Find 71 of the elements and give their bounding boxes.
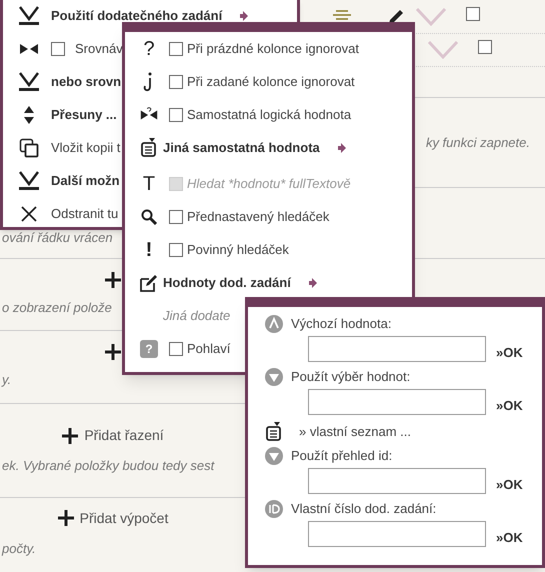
plus-icon bbox=[105, 344, 121, 360]
checkbox[interactable] bbox=[466, 7, 480, 21]
checkbox[interactable] bbox=[169, 242, 183, 256]
menu-item[interactable]: Další možn bbox=[51, 170, 120, 190]
menu-item[interactable]: Samostatná logická hodnota bbox=[187, 104, 352, 124]
edit-icon bbox=[140, 274, 158, 292]
menu-item[interactable]: Při zadané kolonce ignorovat bbox=[187, 72, 355, 92]
text-icon: T bbox=[142, 174, 156, 194]
menu-item[interactable]: Vložit kopii t bbox=[51, 138, 120, 158]
ok-button[interactable]: »OK bbox=[496, 342, 523, 362]
down-bar-icon bbox=[17, 4, 41, 26]
down-bar-icon bbox=[17, 170, 41, 192]
hint-text: y. bbox=[0, 371, 12, 390]
menu-item[interactable]: Při prázdné kolonce ignorovat bbox=[187, 38, 359, 58]
search-icon bbox=[141, 208, 157, 224]
hint-text: ky funkci zapnete. bbox=[424, 134, 531, 152]
down-bar-icon bbox=[17, 70, 41, 92]
input-field[interactable] bbox=[308, 468, 486, 494]
checkbox[interactable] bbox=[169, 210, 183, 224]
menu-item[interactable]: Hodnoty dod. zadání bbox=[163, 272, 291, 292]
menu-item[interactable]: Povinný hledáček bbox=[187, 240, 289, 260]
copy-icon bbox=[19, 138, 39, 158]
question-icon: ? bbox=[143, 38, 155, 58]
plus-icon bbox=[105, 272, 121, 288]
hint-text: o zobrazení polože bbox=[1, 298, 113, 317]
hint-text: ek. Vybrané položky budou tedy sest bbox=[1, 457, 216, 476]
ok-button[interactable]: »OK bbox=[496, 396, 523, 415]
menu-item[interactable]: Přednastavený hledáček bbox=[187, 206, 330, 226]
input-field[interactable] bbox=[308, 389, 486, 415]
ok-button[interactable]: »OK bbox=[496, 474, 523, 494]
help-icon: ? bbox=[140, 340, 158, 358]
menu-item[interactable]: Srovnáv bbox=[75, 38, 123, 58]
menu-item[interactable]: nebo srovn bbox=[51, 72, 122, 92]
list-icon bbox=[140, 138, 158, 158]
menu-item[interactable]: Přesuny ... bbox=[51, 104, 117, 124]
field-label: Použít výběr hodnot: bbox=[291, 368, 410, 386]
input-field[interactable] bbox=[308, 521, 486, 547]
submenu-arrow-icon bbox=[338, 142, 346, 152]
menu-item[interactable]: Odstranit tu bbox=[51, 204, 118, 224]
checkbox[interactable] bbox=[169, 74, 183, 88]
submenu-arrow-icon bbox=[308, 278, 317, 288]
menu-item[interactable]: Jiná samostatná hodnota bbox=[163, 138, 320, 158]
plus-icon bbox=[58, 510, 74, 526]
ok-button[interactable]: »OK bbox=[496, 528, 523, 547]
checkbox[interactable] bbox=[169, 42, 183, 56]
field-label: Výchozí hodnota: bbox=[291, 315, 392, 334]
field-label: Vlastní číslo dod. zadání: bbox=[291, 500, 436, 518]
menu-item[interactable]: Pohlaví bbox=[187, 338, 230, 358]
plus-icon bbox=[62, 428, 78, 444]
close-icon bbox=[20, 204, 38, 222]
field-label: Použít přehled id: bbox=[291, 447, 392, 466]
add-button[interactable]: Přidat řazení bbox=[62, 425, 164, 446]
checkbox[interactable] bbox=[478, 40, 492, 54]
list-icon bbox=[265, 422, 283, 442]
submenu-arrow-icon bbox=[240, 10, 248, 20]
hint-text: ování řádku vrácen bbox=[1, 229, 114, 247]
input-field[interactable] bbox=[308, 336, 486, 362]
hint-text: počty. bbox=[0, 540, 37, 558]
up-down-icon bbox=[23, 104, 35, 124]
exclamation-icon: ! bbox=[146, 240, 152, 260]
pencil-icon[interactable] bbox=[388, 9, 404, 25]
add-button[interactable]: Přidat výpočet bbox=[58, 508, 168, 529]
checkbox[interactable] bbox=[169, 108, 183, 122]
down-circle-icon bbox=[265, 368, 283, 386]
custom-list-link[interactable]: » vlastní seznam ... bbox=[299, 422, 411, 442]
down-circle-icon bbox=[265, 447, 283, 465]
up-circle-icon bbox=[265, 315, 283, 333]
id-circle-icon bbox=[265, 500, 283, 518]
menu-item[interactable]: Použití dodatečného zadání bbox=[51, 6, 222, 26]
checkbox[interactable] bbox=[169, 342, 183, 356]
checkbox[interactable] bbox=[51, 42, 65, 56]
